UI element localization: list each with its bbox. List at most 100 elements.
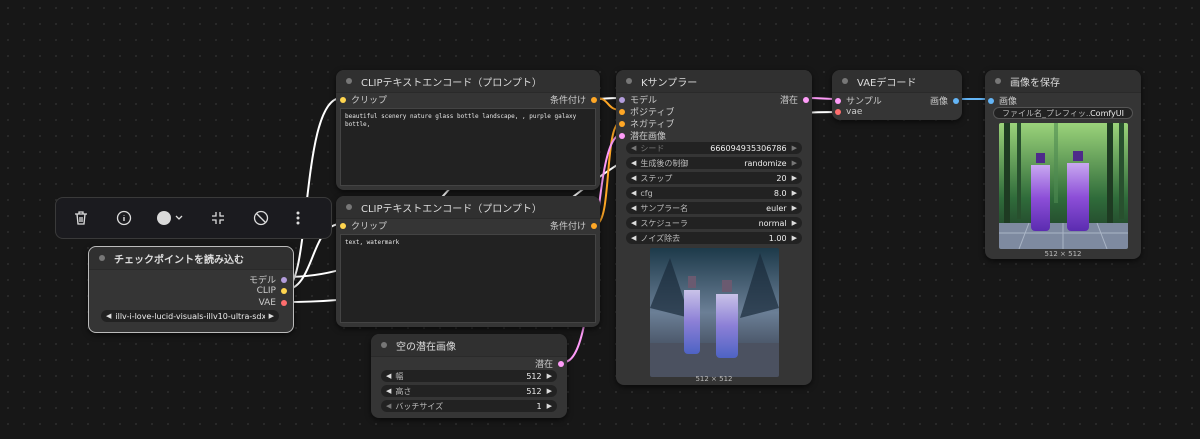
- filename-prefix-input[interactable]: ファイル名_プレフィッ... ComfyUI: [993, 107, 1133, 119]
- right-arrow-icon[interactable]: ▶: [547, 372, 552, 380]
- input-slot-clip[interactable]: クリップ: [340, 93, 387, 106]
- output-slot-latent[interactable]: 潜在: [780, 93, 809, 106]
- slot-dot[interactable]: [281, 288, 287, 294]
- checkpoint-loader-node[interactable]: チェックポイントを読み込む モデル CLIP VAE ◀ illv-i-love…: [88, 246, 294, 333]
- batch-size-widget[interactable]: ◀ バッチサイズ 1 ▶: [381, 400, 557, 412]
- slot-dot[interactable]: [591, 222, 597, 229]
- right-arrow-icon[interactable]: ▶: [547, 402, 552, 410]
- prompt-textarea[interactable]: text, watermark: [340, 234, 596, 323]
- slot-label: 潜在: [779, 96, 798, 106]
- left-arrow-icon[interactable]: ◀: [386, 387, 391, 395]
- collapse-dot-icon[interactable]: [381, 342, 387, 348]
- seed-widget[interactable]: ◀ シード 666094935306786 ▶: [626, 142, 802, 154]
- left-arrow-icon[interactable]: ◀: [631, 204, 636, 212]
- widget-value: 512: [526, 371, 542, 381]
- output-slot-conditioning[interactable]: 条件付け: [550, 219, 597, 232]
- left-arrow-icon[interactable]: ◀: [386, 372, 391, 380]
- empty-latent-image-node[interactable]: 空の潜在画像 潜在 ◀ 幅 512 ▶ ◀ 高さ 512 ▶ ◀ バッチサイズ 1 ▶: [371, 334, 567, 418]
- output-slot-conditioning[interactable]: 条件付け: [550, 93, 597, 106]
- collapse-button[interactable]: [200, 203, 236, 233]
- input-slot-latent[interactable]: 潜在画像: [619, 129, 666, 142]
- title-text: チェックポイントを読み込む: [114, 254, 244, 266]
- right-arrow-icon[interactable]: ▶: [792, 234, 797, 242]
- collapse-dot-icon[interactable]: [346, 78, 352, 84]
- color-picker-button[interactable]: [149, 203, 193, 233]
- slot-dot[interactable]: [953, 97, 959, 104]
- save-image-node[interactable]: 画像を保存 画像 ファイル名_プレフィッ... ComfyUI 512 × 51…: [985, 70, 1141, 259]
- info-button[interactable]: [106, 203, 142, 233]
- collapse-dot-icon[interactable]: [346, 204, 352, 210]
- right-arrow-icon[interactable]: ▶: [792, 189, 797, 197]
- output-slot-model[interactable]: モデル: [249, 273, 287, 286]
- collapse-dot-icon[interactable]: [626, 78, 632, 84]
- input-slot-clip[interactable]: クリップ: [340, 219, 387, 232]
- left-arrow-icon[interactable]: ◀: [631, 174, 636, 182]
- delete-button[interactable]: [63, 203, 99, 233]
- slot-dot[interactable]: [835, 97, 841, 104]
- left-arrow-icon[interactable]: ◀: [631, 234, 636, 242]
- node-title: CLIPテキストエンコード（プロンプト）: [336, 70, 600, 93]
- widget-label: ファイル名_プレフィッ...: [1002, 108, 1091, 118]
- left-arrow-icon[interactable]: ◀: [631, 189, 636, 197]
- slot-dot[interactable]: [619, 108, 625, 115]
- node-title: Kサンプラー: [616, 70, 812, 93]
- slot-dot[interactable]: [281, 300, 287, 306]
- slot-dot[interactable]: [591, 96, 597, 103]
- sampler-name-widget[interactable]: ◀ サンプラー名 euler ▶: [626, 202, 802, 214]
- vae-decode-node[interactable]: VAEデコード サンプル vae 画像: [832, 70, 962, 120]
- collapse-dot-icon[interactable]: [842, 78, 848, 84]
- left-arrow-icon[interactable]: ◀: [631, 219, 636, 227]
- height-widget[interactable]: ◀ 高さ 512 ▶: [381, 385, 557, 397]
- slot-dot[interactable]: [619, 96, 625, 103]
- denoise-widget[interactable]: ◀ ノイズ除去 1.00 ▶: [626, 232, 802, 244]
- output-slot-vae[interactable]: VAE: [259, 298, 287, 308]
- width-widget[interactable]: ◀ 幅 512 ▶: [381, 370, 557, 382]
- collapse-dot-icon[interactable]: [99, 255, 105, 261]
- widget-value: normal: [758, 218, 787, 228]
- input-slot-images[interactable]: 画像: [988, 94, 1017, 107]
- left-arrow-icon[interactable]: ◀: [386, 402, 391, 410]
- right-arrow-icon[interactable]: ▶: [269, 312, 274, 320]
- right-arrow-icon[interactable]: ▶: [792, 219, 797, 227]
- cfg-widget[interactable]: ◀ cfg 8.0 ▶: [626, 187, 802, 199]
- slot-dot[interactable]: [281, 276, 287, 283]
- slot-dot[interactable]: [340, 222, 346, 229]
- combo-value: illv-i-love-lucid-visuals-illv10-ultra-s…: [115, 311, 265, 321]
- slot-dot[interactable]: [558, 360, 564, 367]
- prompt-textarea[interactable]: beautiful scenery nature glass bottle la…: [340, 108, 596, 186]
- bypass-button[interactable]: [243, 203, 279, 233]
- left-arrow-icon[interactable]: ◀: [631, 144, 636, 152]
- control-after-generate-widget[interactable]: ◀ 生成後の制御 randomize ▶: [626, 157, 802, 169]
- more-options-button[interactable]: [286, 203, 310, 233]
- node-title: CLIPテキストエンコード（プロンプト）: [336, 196, 600, 219]
- ckpt-name-combo[interactable]: ◀ illv-i-love-lucid-visuals-illv10-ultra…: [101, 310, 279, 322]
- slot-dot[interactable]: [619, 120, 625, 127]
- output-slot-clip[interactable]: CLIP: [257, 286, 287, 296]
- input-slot-samples[interactable]: サンプル: [835, 94, 882, 107]
- clip-text-encode-negative-node[interactable]: CLIPテキストエンコード（プロンプト） クリップ 条件付け text, wat…: [336, 196, 600, 327]
- color-circle-icon: [157, 211, 183, 225]
- ksampler-node[interactable]: Kサンプラー モデル ポジティブ ネガティブ 潜在画像 潜在 ◀ シード 66609…: [616, 70, 812, 385]
- collapse-dot-icon[interactable]: [995, 78, 1001, 84]
- left-arrow-icon[interactable]: ◀: [106, 312, 111, 320]
- right-arrow-icon[interactable]: ▶: [792, 174, 797, 182]
- slot-dot[interactable]: [340, 96, 346, 103]
- output-slot-image[interactable]: 画像: [930, 94, 959, 107]
- slot-dot[interactable]: [803, 96, 809, 103]
- right-arrow-icon[interactable]: ▶: [547, 387, 552, 395]
- widget-value: 512: [526, 386, 542, 396]
- clip-text-encode-positive-node[interactable]: CLIPテキストエンコード（プロンプト） クリップ 条件付け beautiful…: [336, 70, 600, 190]
- scheduler-widget[interactable]: ◀ スケジューラ normal ▶: [626, 217, 802, 229]
- slot-dot[interactable]: [619, 132, 625, 139]
- widget-label: 高さ: [395, 386, 412, 396]
- widget-value: 8.0: [773, 188, 787, 198]
- slot-dot[interactable]: [835, 109, 841, 115]
- right-arrow-icon[interactable]: ▶: [792, 159, 797, 167]
- right-arrow-icon[interactable]: ▶: [792, 204, 797, 212]
- steps-widget[interactable]: ◀ ステップ 20 ▶: [626, 172, 802, 184]
- slot-dot[interactable]: [988, 97, 994, 104]
- output-slot-latent[interactable]: 潜在: [535, 357, 564, 370]
- right-arrow-icon[interactable]: ▶: [792, 144, 797, 152]
- input-slot-vae[interactable]: vae: [835, 107, 862, 117]
- left-arrow-icon[interactable]: ◀: [631, 159, 636, 167]
